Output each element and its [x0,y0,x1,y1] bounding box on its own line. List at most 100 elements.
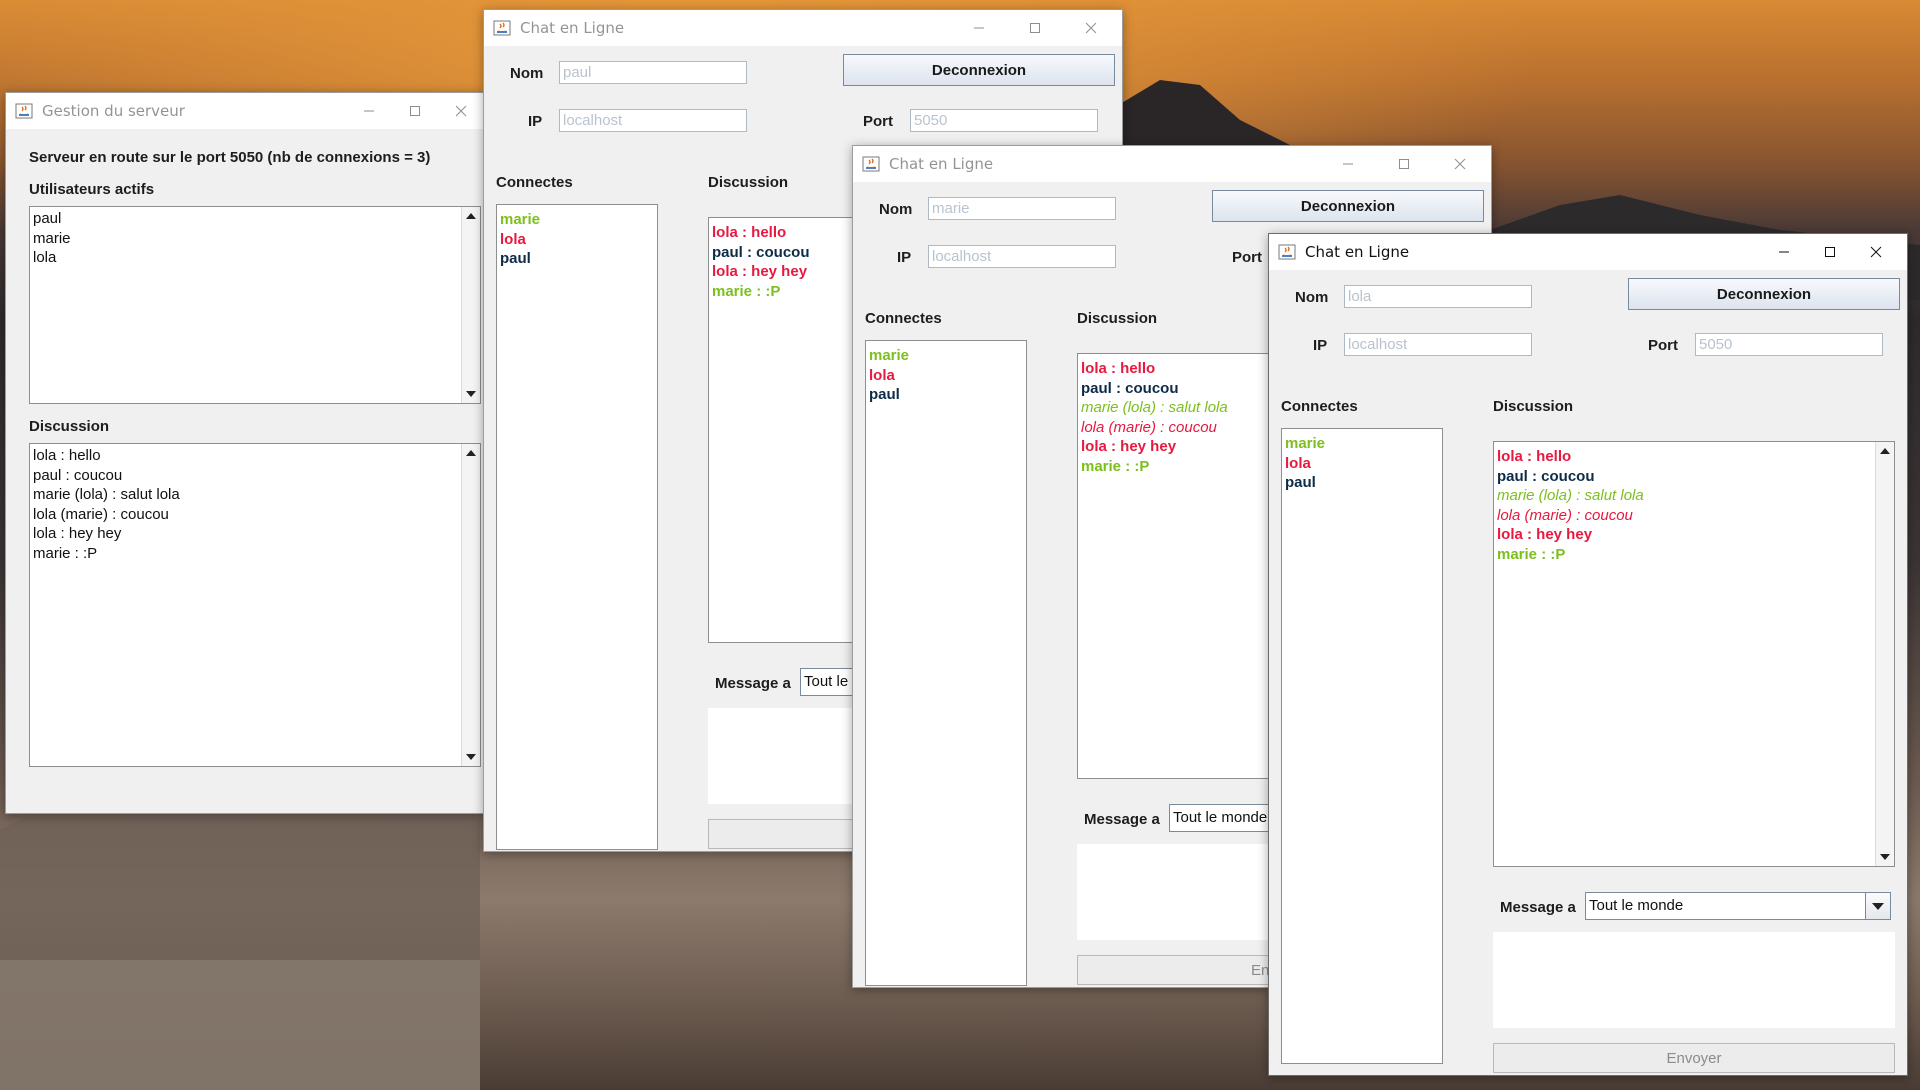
ip-label: IP [528,113,543,130]
message-line: marie : :P [1497,545,1566,563]
maximize-button[interactable] [392,93,438,129]
close-icon [1454,158,1466,170]
scroll-down-icon[interactable] [1876,848,1894,866]
connected-user[interactable]: lola [497,230,657,250]
nom-label: Nom [510,65,544,82]
message-line: lola (marie) : coucou [33,505,169,523]
nom-field[interactable]: lola [1344,285,1532,308]
maximize-icon [1030,23,1040,33]
chat-titlebar[interactable]: Chat en Ligne [484,10,1122,46]
close-button[interactable] [438,93,484,129]
java-app-icon [15,103,33,119]
chat-titlebar[interactable]: Chat en Ligne [1269,234,1907,270]
maximize-icon [1825,247,1835,257]
minimize-button[interactable] [1325,146,1371,182]
ip-label: IP [897,249,912,266]
maximize-button[interactable] [1012,10,1058,46]
connected-users-list[interactable]: marie lola paul [496,204,658,850]
envoyer-label: En [1251,961,1270,979]
connectes-label: Connectes [1281,398,1358,415]
connected-user[interactable]: paul [866,385,1026,405]
scroll-up-icon[interactable] [462,444,480,462]
active-users-list[interactable]: paul marie lola [29,206,481,404]
discussion-label: Discussion [1493,398,1574,415]
deconnexion-button[interactable]: Deconnexion [1212,190,1484,222]
list-item[interactable]: paul [30,209,480,229]
connected-user[interactable]: lola [1282,454,1442,474]
close-icon [455,105,467,117]
maximize-icon [410,106,420,116]
window-title: Chat en Ligne [1305,243,1410,261]
deconnexion-button[interactable]: Deconnexion [1628,278,1900,310]
java-app-icon [1278,244,1296,260]
list-item[interactable]: lola [30,248,480,268]
message-a-label: Message a [715,675,791,692]
connected-user[interactable]: marie [497,210,657,230]
connected-user[interactable]: marie [1282,434,1442,454]
ip-field[interactable]: localhost [1344,333,1532,356]
close-button[interactable] [1068,10,1114,46]
minimize-button[interactable] [956,10,1002,46]
connected-user[interactable]: paul [1282,473,1442,493]
vertical-scrollbar[interactable] [461,207,480,403]
message-line: marie : :P [33,544,98,562]
ip-field[interactable]: localhost [559,109,747,132]
close-icon [1870,246,1882,258]
server-discussion-area[interactable]: lola : hello paul : coucou marie (lola) … [29,443,481,767]
java-app-icon [862,156,880,172]
discussion-area[interactable]: lola : hello paul : coucou marie (lola) … [1493,441,1895,867]
message-line: paul : coucou [1497,467,1595,485]
minimize-button[interactable] [1761,234,1807,270]
envoyer-button[interactable]: Envoyer [1493,1043,1895,1073]
minimize-icon [364,110,374,112]
discussion-label: Discussion [1077,310,1158,327]
nom-field[interactable]: marie [928,197,1116,220]
scroll-up-icon[interactable] [1876,442,1894,460]
scroll-down-icon[interactable] [462,385,480,403]
connected-user[interactable]: paul [497,249,657,269]
server-titlebar[interactable]: Gestion du serveur [6,93,484,129]
connected-users-list[interactable]: marie lola paul [865,340,1027,986]
minimize-button[interactable] [346,93,392,129]
server-window: Gestion du serveur Serveur en route sur … [5,92,485,814]
close-button[interactable] [1853,234,1899,270]
window-title: Chat en Ligne [889,155,994,173]
chat-titlebar[interactable]: Chat en Ligne [853,146,1491,182]
deconnexion-button[interactable]: Deconnexion [843,54,1115,86]
port-label: Port [1648,337,1678,354]
minimize-icon [1779,251,1789,253]
list-item[interactable]: marie [30,229,480,249]
message-a-label: Message a [1084,811,1160,828]
connected-user[interactable]: lola [866,366,1026,386]
scroll-down-icon[interactable] [462,748,480,766]
java-app-icon [493,20,511,36]
minimize-icon [1343,163,1353,165]
ip-label: IP [1313,337,1328,354]
connected-user[interactable]: marie [866,346,1026,366]
message-input[interactable] [1493,932,1895,1028]
nom-field[interactable]: paul [559,61,747,84]
message-line: lola : hey hey [1497,526,1593,544]
vertical-scrollbar[interactable] [1875,442,1894,866]
port-label: Port [863,113,893,130]
window-title: Chat en Ligne [520,19,625,37]
private-message-line: lola (marie) : coucou [1497,506,1633,524]
scroll-up-icon[interactable] [462,207,480,225]
maximize-button[interactable] [1807,234,1853,270]
window-title: Gestion du serveur [42,102,185,120]
port-field[interactable]: 5050 [1695,333,1883,356]
vertical-scrollbar[interactable] [461,444,480,766]
maximize-button[interactable] [1381,146,1427,182]
nom-label: Nom [879,201,913,218]
chevron-down-icon[interactable] [1865,893,1890,919]
port-field[interactable]: 5050 [910,109,1098,132]
close-button[interactable] [1437,146,1483,182]
recipient-select[interactable]: Tout le monde [1585,892,1891,920]
message-line: paul : coucou [33,466,123,484]
recipient-select-value: Tout le monde [1589,897,1684,914]
connected-users-list[interactable]: marie lola paul [1281,428,1443,1064]
active-users-label: Utilisateurs actifs [29,181,155,198]
ip-field[interactable]: localhost [928,245,1116,268]
message-line: lola : hey hey [33,525,122,543]
minimize-icon [974,27,984,29]
